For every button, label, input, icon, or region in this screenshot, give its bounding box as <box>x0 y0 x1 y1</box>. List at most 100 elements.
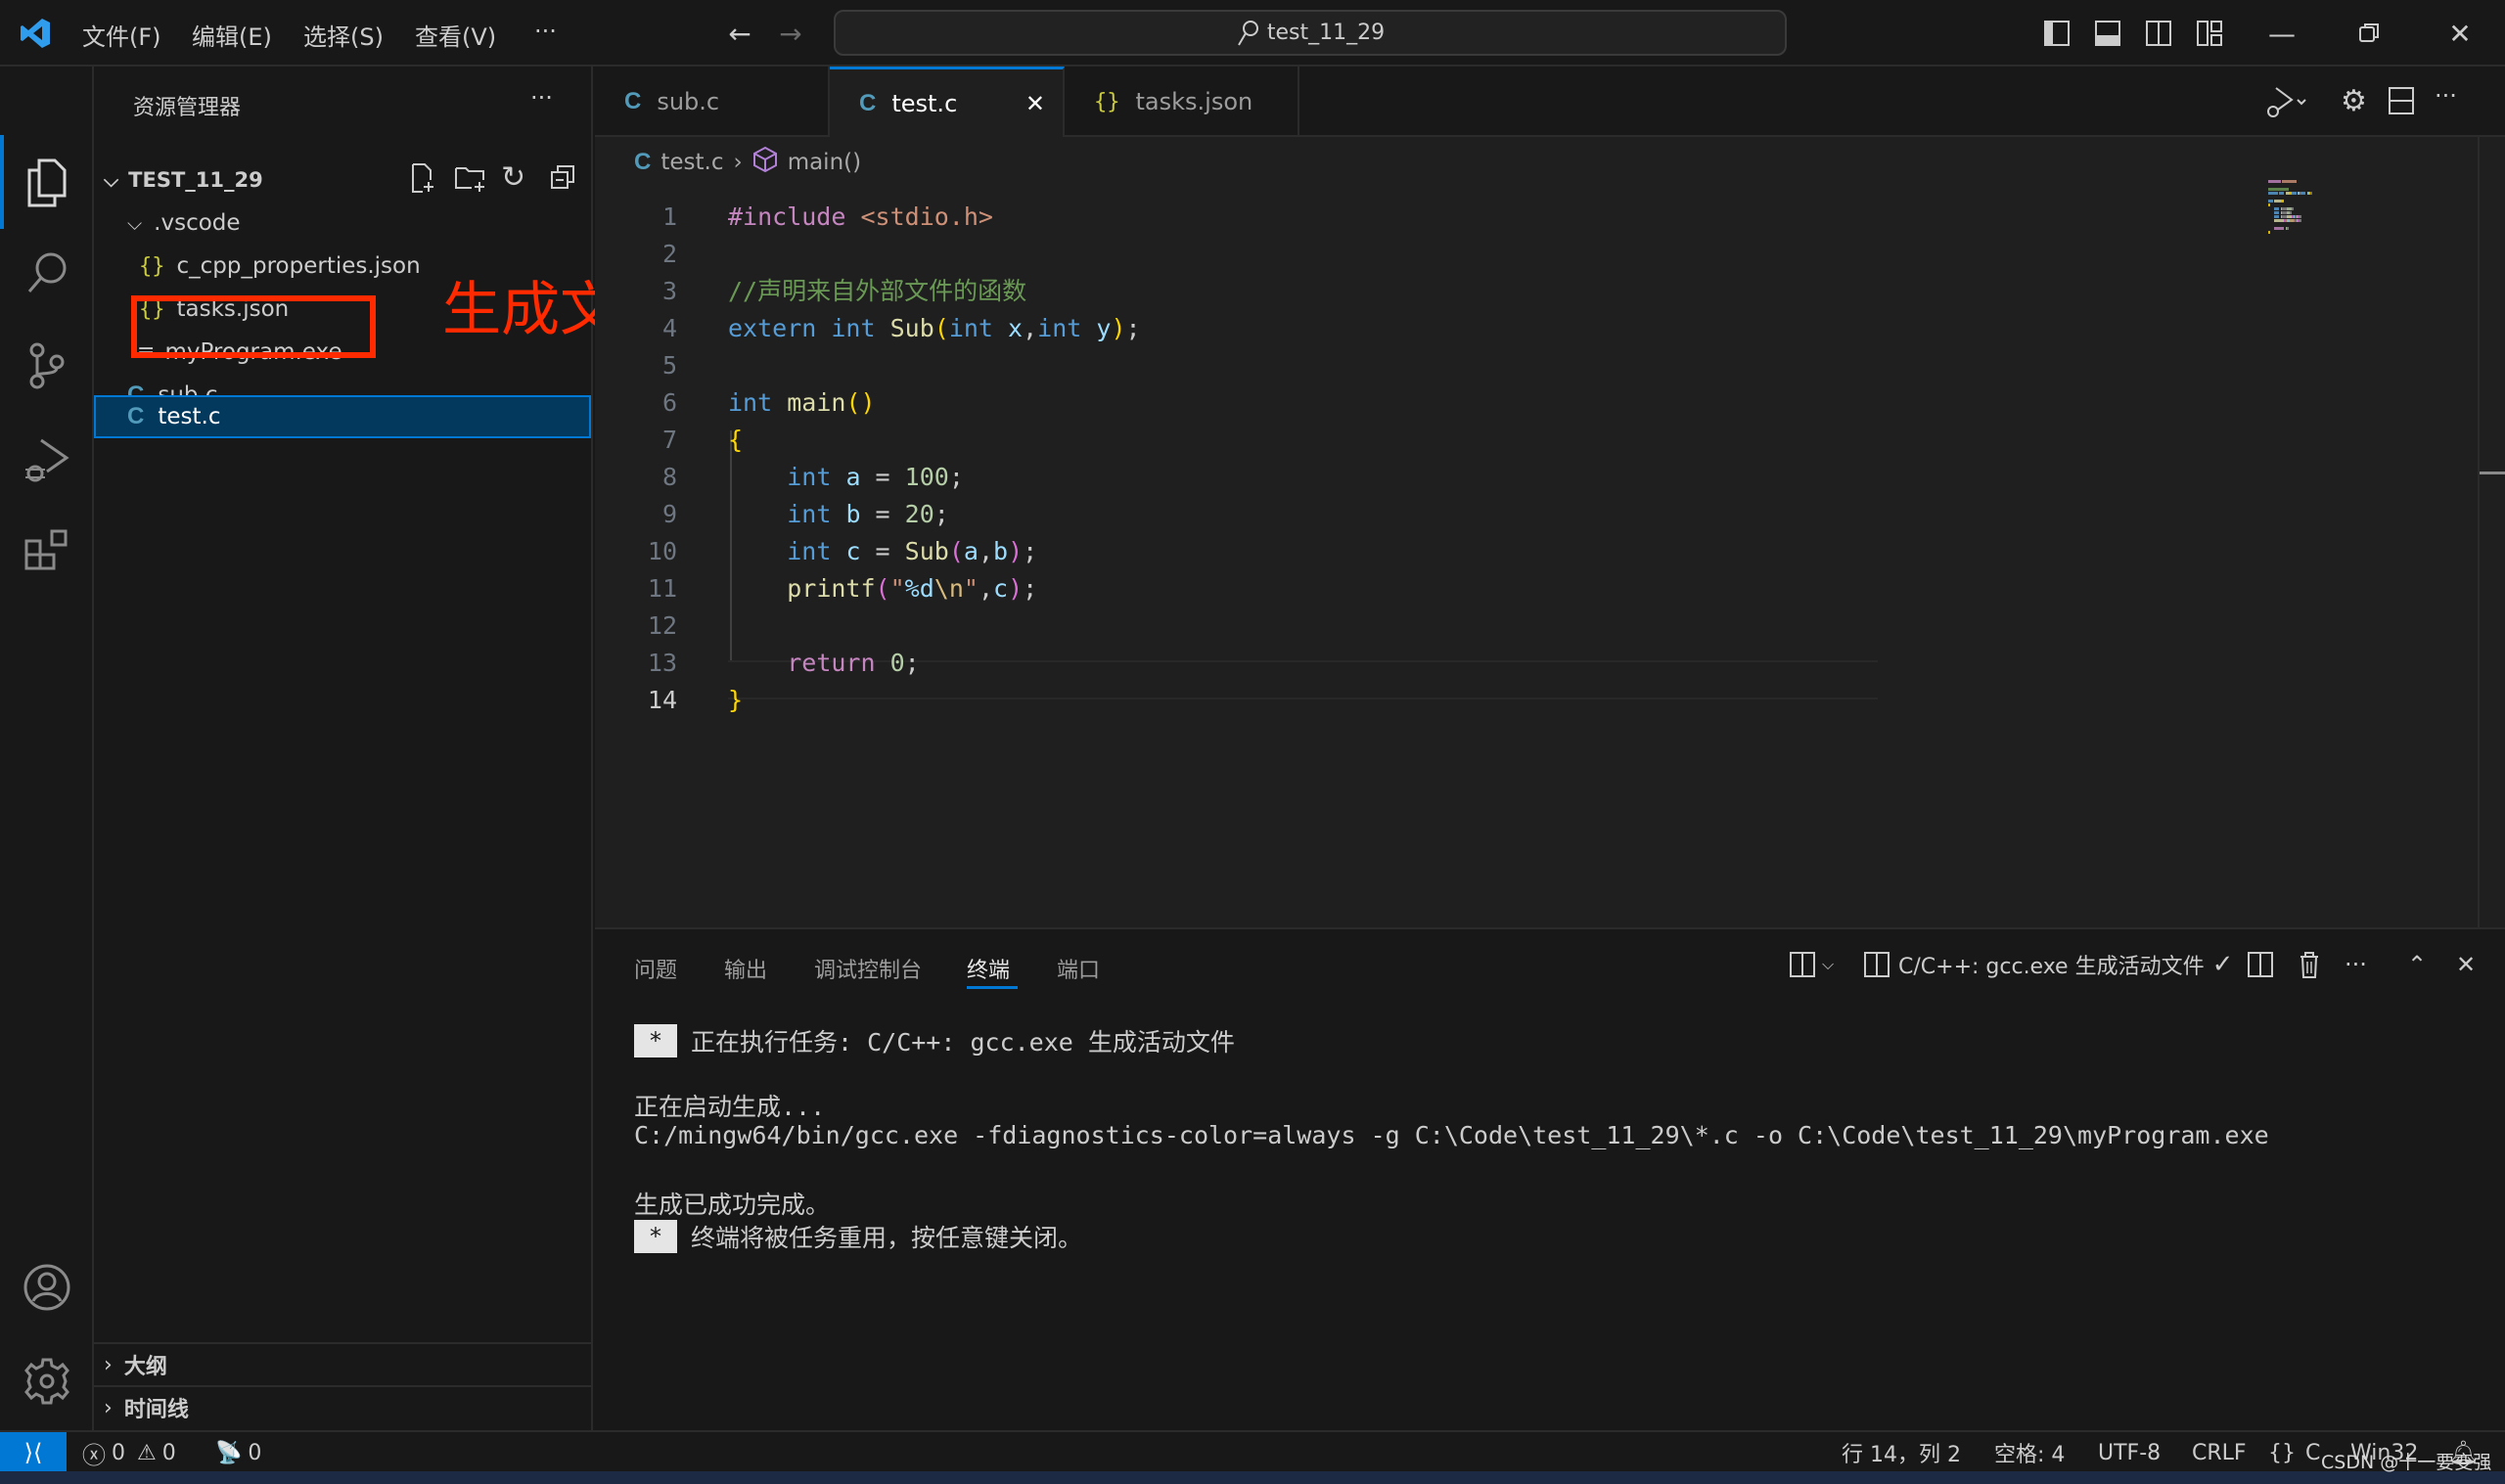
close-panel-icon[interactable]: ✕ <box>2456 947 2476 982</box>
settings-gear-icon[interactable]: ⚙ <box>2341 84 2367 118</box>
breadcrumb-file[interactable]: test.c <box>660 150 723 175</box>
more-actions-icon[interactable]: ··· <box>2435 82 2457 110</box>
remote-indicator-button[interactable]: ⟩⟨ <box>0 1432 67 1473</box>
code-line[interactable]: 2 <box>595 236 2258 273</box>
cursor-position[interactable]: 行 14，列 2 <box>1842 1432 1961 1473</box>
terminal-instance[interactable]: C/C++: gcc.exe 生成活动文件 ✓ <box>1863 947 2233 982</box>
eol-status[interactable]: CRLF <box>2192 1432 2247 1473</box>
encoding-status[interactable]: UTF-8 <box>2098 1432 2161 1473</box>
close-icon[interactable]: ✕ <box>2440 14 2480 53</box>
code-token: c <box>993 574 1009 603</box>
code-line[interactable]: 10 int c = Sub(a,b); <box>595 533 2258 570</box>
breadcrumb: C test.c › main() <box>634 145 861 180</box>
panel-tab-output[interactable]: 输出 <box>724 953 767 984</box>
minimap-token <box>2300 219 2301 222</box>
tab-test-c[interactable]: C test.c ✕ <box>830 67 1065 137</box>
problems-status[interactable]: ⓧ 0 ⚠ 0 <box>82 1432 176 1473</box>
minimize-icon[interactable]: — <box>2262 14 2301 53</box>
new-terminal-split-icon[interactable]: ⌵ <box>1789 947 1834 982</box>
explorer-icon[interactable] <box>18 153 76 211</box>
language-mode[interactable]: {} C <box>2268 1432 2320 1473</box>
timeline-section[interactable]: › 时间线 <box>94 1385 591 1428</box>
code-line[interactable]: 5 <box>595 347 2258 384</box>
code-text: } <box>728 682 743 719</box>
minimap[interactable] <box>2268 180 2346 239</box>
code-line[interactable]: 12 <box>595 607 2258 645</box>
new-file-icon[interactable] <box>407 162 442 198</box>
chevron-down-icon[interactable]: ⌵ <box>1822 955 1834 974</box>
menu-view[interactable]: 查看(V) <box>415 18 496 52</box>
new-folder-icon[interactable] <box>454 162 489 198</box>
code-token: { <box>728 426 744 454</box>
terminal-line: 正在启动生成... <box>634 1088 825 1123</box>
code-text: return 0; <box>728 645 920 682</box>
tab-close-icon[interactable]: ✕ <box>1025 90 1045 117</box>
code-token: ; <box>1125 314 1141 342</box>
code-editor[interactable]: C test.c › main() 1 #include <stdio.h> 2 3/… <box>595 137 2505 927</box>
run-debug-icon[interactable] <box>18 430 76 489</box>
refresh-icon[interactable]: ↻ <box>501 160 536 196</box>
json-file-icon: {} <box>139 253 165 279</box>
trash-icon[interactable] <box>2298 947 2321 982</box>
extensions-icon[interactable] <box>18 522 76 581</box>
toggle-panel-icon[interactable] <box>2088 14 2127 53</box>
explorer-more-button[interactable]: ··· <box>530 84 553 112</box>
source-control-icon[interactable] <box>18 337 76 395</box>
code-line[interactable]: 8 int a = 100; <box>595 459 2258 496</box>
code-line[interactable]: 9 int b = 20; <box>595 496 2258 533</box>
account-icon[interactable] <box>18 1258 76 1317</box>
ports-status[interactable]: 📡 0 <box>215 1432 261 1473</box>
code-line[interactable]: 3 //声明来自外部文件的函数 <box>595 273 2258 310</box>
panel-tab-ports[interactable]: 端口 <box>1057 953 1100 984</box>
command-center-search[interactable]: test_11_29 <box>834 10 1787 56</box>
settings-gear-icon[interactable] <box>18 1352 76 1411</box>
indentation-status[interactable]: 空格: 4 <box>1994 1432 2065 1473</box>
code-line[interactable]: 1 #include <stdio.h> <box>595 199 2258 236</box>
code-line[interactable]: 4 extern int Sub(int x,int y); <box>595 310 2258 347</box>
panel-tab-debug-console[interactable]: 调试控制台 <box>814 953 922 984</box>
run-debug-icon[interactable] <box>2264 84 2313 119</box>
line-number: 14 <box>647 686 677 714</box>
split-terminal-icon[interactable] <box>2247 947 2274 982</box>
customize-layout-icon[interactable] <box>2190 14 2229 53</box>
menu-more[interactable]: ··· <box>534 18 557 45</box>
menu-file[interactable]: 文件(F) <box>82 18 161 52</box>
code-line[interactable]: 14} <box>595 682 2258 719</box>
toggle-secondary-sidebar-icon[interactable] <box>2139 14 2178 53</box>
collapse-all-icon[interactable] <box>548 162 583 198</box>
panel-tab-problems[interactable]: 问题 <box>634 953 677 984</box>
forward-arrow-icon[interactable]: → <box>771 14 810 53</box>
menu-edit[interactable]: 编辑(E) <box>192 18 272 52</box>
restore-icon[interactable] <box>2350 14 2390 53</box>
code-token: printf <box>787 574 876 603</box>
tree-item-test-c[interactable]: C test.c <box>94 395 591 438</box>
toggle-sidebar-icon[interactable] <box>2037 14 2076 53</box>
panel-tab-terminal[interactable]: 终端 <box>967 953 1010 984</box>
code-line[interactable]: 11 printf("%d\n",c); <box>595 570 2258 607</box>
maximize-panel-icon[interactable]: ⌃ <box>2407 947 2427 982</box>
tab-sub-c[interactable]: C sub.c <box>595 67 830 137</box>
breadcrumb-symbol[interactable]: main() <box>788 150 861 175</box>
code-line[interactable]: 7{ <box>595 422 2258 459</box>
code-token: int <box>831 314 876 342</box>
back-arrow-icon[interactable]: ← <box>720 14 759 53</box>
check-icon: ✓ <box>2211 950 2234 979</box>
code-line[interactable]: 6 int main() <box>595 384 2258 422</box>
code-line[interactable]: 13 return 0; <box>595 645 2258 682</box>
tree-item-vscode-folder[interactable]: ⌵ .vscode <box>94 202 591 245</box>
menu-selection[interactable]: 选择(S) <box>303 18 384 52</box>
more-actions-icon[interactable]: ··· <box>2345 947 2367 982</box>
minimap-token <box>2310 192 2312 195</box>
editor-scrollbar[interactable] <box>2478 137 2505 927</box>
explorer-title: 资源管理器 <box>133 96 242 120</box>
braces-icon: {} <box>2268 1440 2296 1465</box>
line-number: 8 <box>661 463 677 491</box>
search-icon[interactable] <box>18 243 76 301</box>
split-editor-icon[interactable] <box>2388 86 2415 119</box>
code-text: //声明来自外部文件的函数 <box>728 273 1026 310</box>
tab-tasks-json[interactable]: {} tasks.json <box>1065 67 1299 137</box>
outline-section[interactable]: › 大纲 <box>94 1342 591 1385</box>
